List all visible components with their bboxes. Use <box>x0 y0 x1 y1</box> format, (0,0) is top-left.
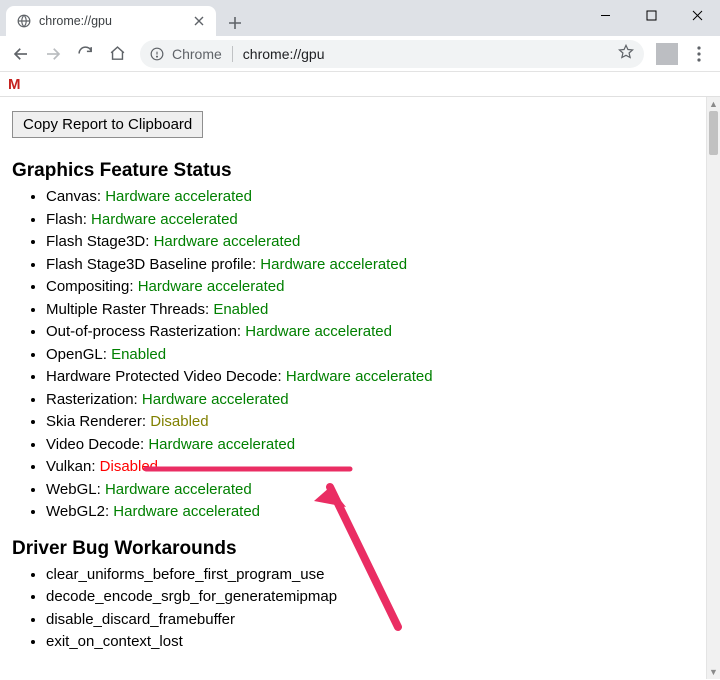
scroll-down-arrow-icon[interactable]: ▼ <box>707 665 720 679</box>
feature-row: Multiple Raster Threads: Enabled <box>46 299 694 322</box>
feature-row: WebGL2: Hardware accelerated <box>46 501 694 524</box>
tab-strip: chrome://gpu <box>0 0 248 36</box>
workaround-item: disable_discard_framebuffer <box>46 609 694 632</box>
tab-title: chrome://gpu <box>39 14 192 28</box>
feature-label: Multiple Raster Threads <box>46 301 205 318</box>
home-button[interactable] <box>102 39 132 69</box>
page-content: Copy Report to Clipboard Graphics Featur… <box>0 97 706 679</box>
feature-status: Hardware accelerated <box>260 256 407 273</box>
maximize-button[interactable] <box>628 0 674 30</box>
feature-status: Hardware accelerated <box>245 323 392 340</box>
feature-status: Hardware accelerated <box>113 503 260 520</box>
browser-toolbar: Chrome chrome://gpu <box>0 36 720 72</box>
feature-label: Hardware Protected Video Decode <box>46 368 278 385</box>
reload-button[interactable] <box>70 39 100 69</box>
minimize-button[interactable] <box>582 0 628 30</box>
feature-label: Flash Stage3D Baseline profile <box>46 256 252 273</box>
window-controls <box>582 0 720 30</box>
feature-label: WebGL <box>46 481 97 498</box>
feature-label: WebGL2 <box>46 503 105 520</box>
feature-status-list: Canvas: Hardware acceleratedFlash: Hardw… <box>12 186 694 524</box>
feature-row: Hardware Protected Video Decode: Hardwar… <box>46 366 694 389</box>
workaround-item: exit_on_context_lost <box>46 631 694 654</box>
feature-status: Hardware accelerated <box>148 436 295 453</box>
feature-label: Flash Stage3D <box>46 233 145 250</box>
content-viewport: Copy Report to Clipboard Graphics Featur… <box>0 96 720 679</box>
close-window-button[interactable] <box>674 0 720 30</box>
feature-row: Out-of-process Rasterization: Hardware a… <box>46 321 694 344</box>
feature-status: Enabled <box>111 346 166 363</box>
workaround-item: decode_encode_srgb_for_generatemipmap <box>46 586 694 609</box>
copy-report-button[interactable]: Copy Report to Clipboard <box>12 111 203 138</box>
menu-button[interactable] <box>684 39 714 69</box>
address-bar[interactable]: Chrome chrome://gpu <box>140 40 644 68</box>
feature-row: Vulkan: Disabled <box>46 456 694 479</box>
feature-label: Vulkan <box>46 458 91 475</box>
feature-status: Enabled <box>213 301 268 318</box>
feature-row: WebGL: Hardware accelerated <box>46 479 694 502</box>
feature-status: Hardware accelerated <box>138 278 285 295</box>
feature-row: Compositing: Hardware accelerated <box>46 276 694 299</box>
browser-tab[interactable]: chrome://gpu <box>6 6 216 36</box>
feature-status: Disabled <box>150 413 208 430</box>
omnibox-url: chrome://gpu <box>243 46 325 62</box>
feature-label: Canvas <box>46 188 97 205</box>
feature-row: Flash: Hardware accelerated <box>46 209 694 232</box>
graphics-feature-status-heading: Graphics Feature Status <box>12 160 694 182</box>
feature-row: Rasterization: Hardware accelerated <box>46 389 694 412</box>
feature-row: Flash Stage3D: Hardware accelerated <box>46 231 694 254</box>
feature-row: Video Decode: Hardware accelerated <box>46 434 694 457</box>
workarounds-list: clear_uniforms_before_first_program_used… <box>12 564 694 654</box>
close-tab-icon[interactable] <box>192 14 206 28</box>
feature-label: OpenGL <box>46 346 103 363</box>
feature-status: Hardware accelerated <box>142 391 289 408</box>
feature-status: Hardware accelerated <box>154 233 301 250</box>
vertical-scrollbar[interactable]: ▲ ▼ <box>706 97 720 679</box>
feature-status: Hardware accelerated <box>91 211 238 228</box>
feature-label: Out-of-process Rasterization <box>46 323 237 340</box>
forward-button[interactable] <box>38 39 68 69</box>
feature-status: Hardware accelerated <box>105 481 252 498</box>
window-titlebar: chrome://gpu <box>0 0 720 36</box>
new-tab-button[interactable] <box>222 10 248 36</box>
bookmark-star-icon[interactable] <box>618 44 634 63</box>
bookmarks-bar: M <box>0 72 720 96</box>
feature-row: OpenGL: Enabled <box>46 344 694 367</box>
back-button[interactable] <box>6 39 36 69</box>
feature-label: Video Decode <box>46 436 140 453</box>
feature-row: Canvas: Hardware accelerated <box>46 186 694 209</box>
globe-icon <box>16 14 31 29</box>
feature-status: Disabled <box>100 458 158 475</box>
driver-bug-workarounds-heading: Driver Bug Workarounds <box>12 538 694 560</box>
omnibox-chip: Chrome <box>172 46 233 62</box>
site-info-icon[interactable] <box>150 47 164 61</box>
feature-label: Flash <box>46 211 83 228</box>
feature-label: Skia Renderer <box>46 413 142 430</box>
feature-label: Compositing <box>46 278 129 295</box>
feature-row: Skia Renderer: Disabled <box>46 411 694 434</box>
profile-avatar[interactable] <box>656 43 678 65</box>
feature-status: Hardware accelerated <box>286 368 433 385</box>
scroll-thumb[interactable] <box>709 111 718 155</box>
scroll-up-arrow-icon[interactable]: ▲ <box>707 97 720 111</box>
feature-label: Rasterization <box>46 391 134 408</box>
workaround-item: clear_uniforms_before_first_program_use <box>46 564 694 587</box>
gmail-bookmark-icon[interactable]: M <box>8 76 21 93</box>
feature-status: Hardware accelerated <box>105 188 252 205</box>
feature-row: Flash Stage3D Baseline profile: Hardware… <box>46 254 694 277</box>
